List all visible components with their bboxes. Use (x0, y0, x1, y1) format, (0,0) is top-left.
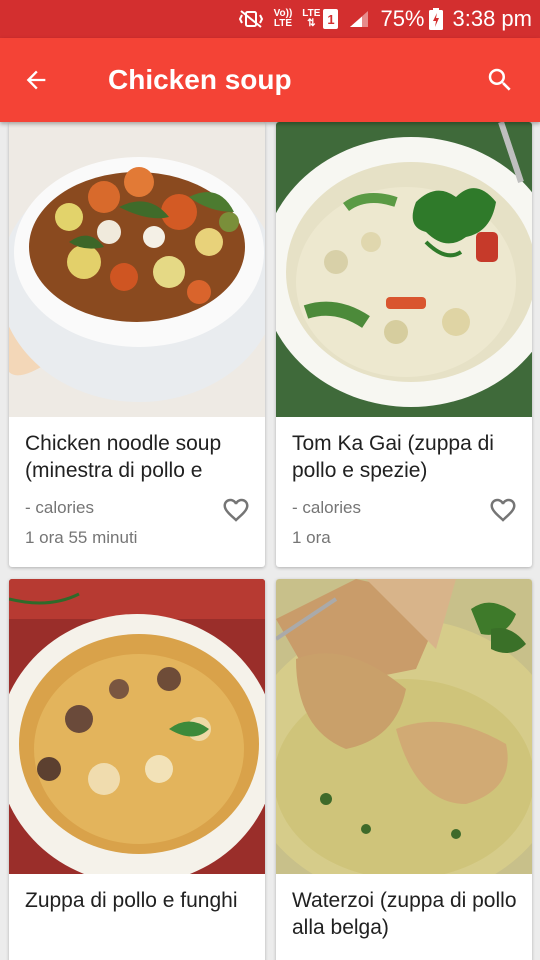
recipe-image (276, 122, 532, 417)
recipe-time: 1 ora 55 minuti (25, 528, 138, 547)
recipe-image (9, 122, 265, 417)
recipe-title: Tom Ka Gai (zuppa di pollo e spezie) (292, 432, 494, 482)
recipe-calories: - calories (292, 498, 361, 517)
favorite-button[interactable] (486, 494, 520, 526)
arrow-back-icon (26, 70, 46, 90)
recipe-image (276, 579, 532, 874)
lte-indicator: LTE ⇅ 1 (302, 9, 339, 29)
recipe-time: 1 ora (292, 528, 331, 547)
volte-indicator: Vo)) LTE (274, 9, 293, 29)
data-arrows-label: ⇅ (307, 18, 316, 29)
volte-bottom-label: LTE (273, 18, 293, 29)
recipe-card[interactable]: Tom Ka Gai (zuppa di pollo e spezie) - c… (276, 122, 532, 567)
recipe-card[interactable]: Chicken noodle soup (minestra di pollo e… (9, 122, 265, 567)
sim-badge: 1 (323, 9, 339, 29)
search-button[interactable] (478, 58, 522, 102)
recipe-calories: - calories (25, 498, 94, 517)
recipe-card[interactable]: Zuppa di pollo e funghi (9, 579, 265, 960)
page-title: Chicken soup (108, 64, 292, 95)
battery-percent: 75% (380, 6, 425, 31)
recipe-title: Waterzoi (zuppa di pollo alla belga) (292, 889, 517, 939)
recipe-card[interactable]: Waterzoi (zuppa di pollo alla belga) (276, 579, 532, 960)
favorite-button[interactable] (219, 494, 253, 526)
recipe-title: Chicken noodle soup (minestra di pollo e (25, 432, 222, 482)
heart-outline-icon (223, 498, 249, 522)
heart-outline-icon (490, 498, 516, 522)
recipe-title: Zuppa di pollo e funghi (25, 889, 238, 912)
recipe-image (9, 579, 265, 874)
recipe-grid: Chicken noodle soup (minestra di pollo e… (0, 122, 540, 960)
status-bar: Vo)) LTE LTE ⇅ 1 75% 3:38 pm (0, 0, 540, 38)
signal-icon (348, 9, 370, 29)
battery-charging-icon (428, 8, 443, 30)
search-icon (488, 68, 511, 91)
clock: 3:38 pm (452, 6, 533, 31)
app-toolbar: Chicken soup (0, 38, 540, 122)
back-button[interactable] (14, 58, 58, 102)
vibrate-icon (238, 9, 264, 29)
